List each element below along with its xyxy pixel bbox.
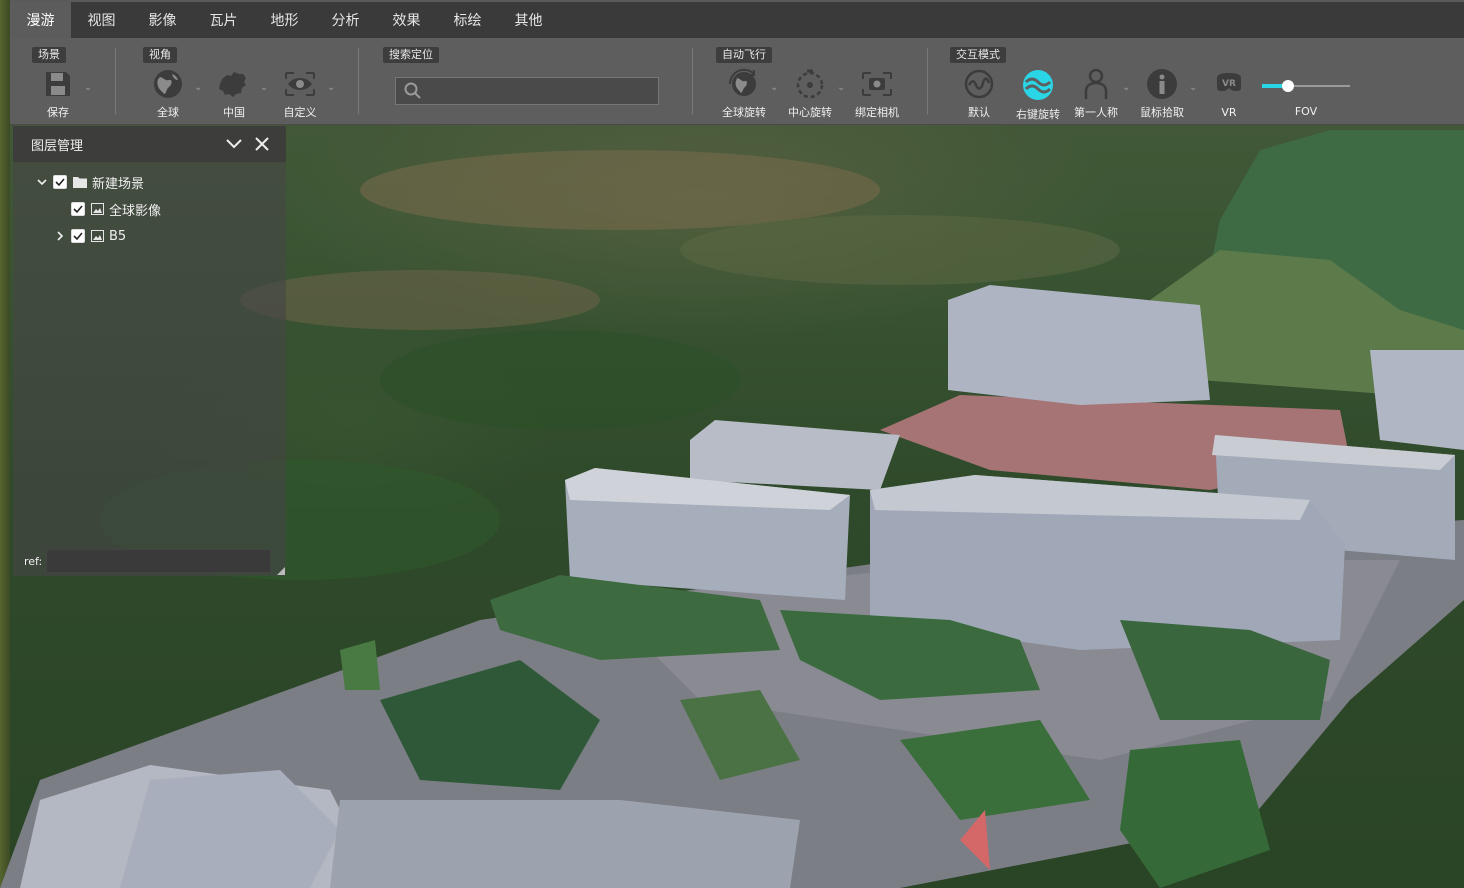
mouse-pick-dropdown-chevron-icon[interactable]: ⌄ — [1189, 82, 1197, 93]
vr-headset-icon: VR — [1212, 68, 1246, 102]
tree-item-label: 全球影像 — [109, 203, 162, 219]
globe-view-button[interactable]: 全球 — [140, 68, 196, 120]
layer-panel-header: 图层管理 — [13, 126, 286, 162]
menu-tab-tiles[interactable]: 瓦片 — [193, 2, 254, 38]
globe-rotate-icon — [727, 68, 761, 100]
ref-input[interactable] — [46, 549, 272, 573]
custom-view-button[interactable]: 自定义 — [272, 68, 328, 120]
group-label-search: 搜索定位 — [383, 47, 439, 63]
bind-camera-icon — [860, 68, 894, 100]
toolbar-divider — [692, 48, 693, 114]
toolbar-divider — [115, 48, 116, 114]
first-person-dropdown-chevron-icon[interactable]: ⌄ — [1122, 82, 1130, 93]
vr-button[interactable]: VR VR — [1201, 68, 1257, 120]
ref-row: ref: — [24, 549, 272, 573]
tree-expand-chevron-right-icon[interactable] — [53, 229, 67, 243]
default-mode-icon — [962, 68, 996, 100]
bind-camera-button[interactable]: 绑定相机 — [849, 68, 905, 120]
global-rotate-label: 全球旋转 — [722, 106, 766, 119]
center-rotate-button[interactable]: 中心旋转 — [782, 68, 838, 120]
right-rotate-icon — [1021, 68, 1055, 102]
collapse-chevron-down-icon[interactable] — [225, 135, 243, 153]
menu-tab-view[interactable]: 视图 — [71, 2, 132, 38]
menu-tab-effects[interactable]: 效果 — [376, 2, 437, 38]
center-rotate-dropdown-chevron-icon[interactable]: ⌄ — [837, 82, 845, 93]
tree-expand-chevron-down-icon[interactable] — [35, 175, 49, 189]
search-icon — [404, 82, 421, 99]
save-label: 保存 — [47, 106, 69, 119]
tree-item-b5[interactable]: B5 — [53, 226, 126, 246]
mouse-pick-label: 鼠标拾取 — [1140, 106, 1184, 119]
main-menu-bar: 漫游 视图 影像 瓦片 地形 分析 效果 标绘 其他 — [10, 0, 1464, 38]
center-rotate-icon — [793, 68, 827, 100]
group-label-autofly: 自动飞行 — [716, 47, 772, 63]
image-icon — [91, 203, 104, 215]
search-input[interactable] — [428, 79, 648, 103]
menu-tab-imagery[interactable]: 影像 — [132, 2, 193, 38]
save-button[interactable]: 保存 — [30, 68, 86, 120]
first-person-button[interactable]: 第一人称 — [1068, 68, 1124, 120]
ribbon-toolbar: 场景 保存 ⌄ 视角 全球 ⌄ 中国 ⌄ 自定义 ⌄ 搜索定位 自动飞行 全球旋… — [10, 38, 1464, 125]
default-mode-button[interactable]: 默认 — [951, 68, 1007, 120]
folder-icon — [73, 177, 87, 188]
center-rotate-label: 中心旋转 — [788, 106, 832, 119]
menu-tab-other[interactable]: 其他 — [498, 2, 559, 38]
toolbar-divider — [927, 48, 928, 114]
custom-label: 自定义 — [283, 106, 317, 119]
ref-label: ref: — [24, 554, 43, 568]
china-label: 中国 — [223, 106, 245, 119]
group-label-view: 视角 — [143, 47, 177, 63]
global-rotate-button[interactable]: 全球旋转 — [716, 68, 772, 120]
tree-item-label: 新建场景 — [92, 176, 145, 192]
menu-tab-plotting[interactable]: 标绘 — [437, 2, 498, 38]
fov-label: FOV — [1294, 105, 1318, 118]
fov-slider[interactable]: FOV — [1260, 68, 1352, 120]
resize-grip-icon[interactable] — [277, 567, 285, 575]
china-map-icon — [217, 68, 251, 100]
globe-icon — [151, 68, 185, 100]
global-rotate-dropdown-chevron-icon[interactable]: ⌄ — [770, 82, 778, 93]
search-box — [395, 77, 659, 105]
default-mode-label: 默认 — [968, 106, 990, 119]
tree-item-new-scene[interactable]: 新建场景 — [35, 172, 144, 192]
tree-item-checkbox[interactable] — [71, 229, 85, 243]
info-icon — [1145, 68, 1179, 100]
toolbar-divider — [358, 48, 359, 114]
image-icon — [91, 230, 104, 242]
china-view-button[interactable]: 中国 — [206, 68, 262, 120]
save-dropdown-chevron-icon[interactable]: ⌄ — [84, 82, 92, 93]
vr-label: VR — [1221, 106, 1237, 119]
save-icon — [41, 68, 75, 100]
menu-tab-analysis[interactable]: 分析 — [315, 2, 376, 38]
tree-item-label: B5 — [109, 228, 127, 244]
close-icon[interactable] — [253, 135, 271, 153]
right-rotate-mode-button[interactable]: 右键旋转 — [1010, 68, 1066, 121]
first-person-label: 第一人称 — [1074, 106, 1118, 119]
mouse-pick-button[interactable]: 鼠标拾取 — [1134, 68, 1190, 120]
right-rotate-label: 右键旋转 — [1016, 108, 1060, 121]
china-dropdown-chevron-icon[interactable]: ⌄ — [260, 82, 268, 93]
person-icon — [1079, 68, 1113, 100]
custom-dropdown-chevron-icon[interactable]: ⌄ — [327, 82, 335, 93]
tree-item-checkbox[interactable] — [71, 202, 85, 216]
menu-tab-terrain[interactable]: 地形 — [254, 2, 315, 38]
fov-slider-handle[interactable] — [1282, 80, 1294, 92]
group-label-scene: 场景 — [32, 47, 66, 63]
vr-icon-text: VR — [1222, 79, 1236, 89]
tree-item-checkbox[interactable] — [53, 175, 67, 189]
eye-icon — [283, 68, 317, 100]
group-label-interact: 交互模式 — [950, 47, 1006, 63]
globe-dropdown-chevron-icon[interactable]: ⌄ — [194, 82, 202, 93]
bind-camera-label: 绑定相机 — [855, 106, 899, 119]
tree-item-global-imagery[interactable]: 全球影像 — [71, 199, 161, 219]
globe-label: 全球 — [157, 106, 179, 119]
menu-tab-roam[interactable]: 漫游 — [10, 2, 71, 38]
layer-panel-title: 图层管理 — [31, 138, 84, 154]
layer-panel: 图层管理 新建场景 全球影像 B5 ref: — [13, 126, 286, 576]
